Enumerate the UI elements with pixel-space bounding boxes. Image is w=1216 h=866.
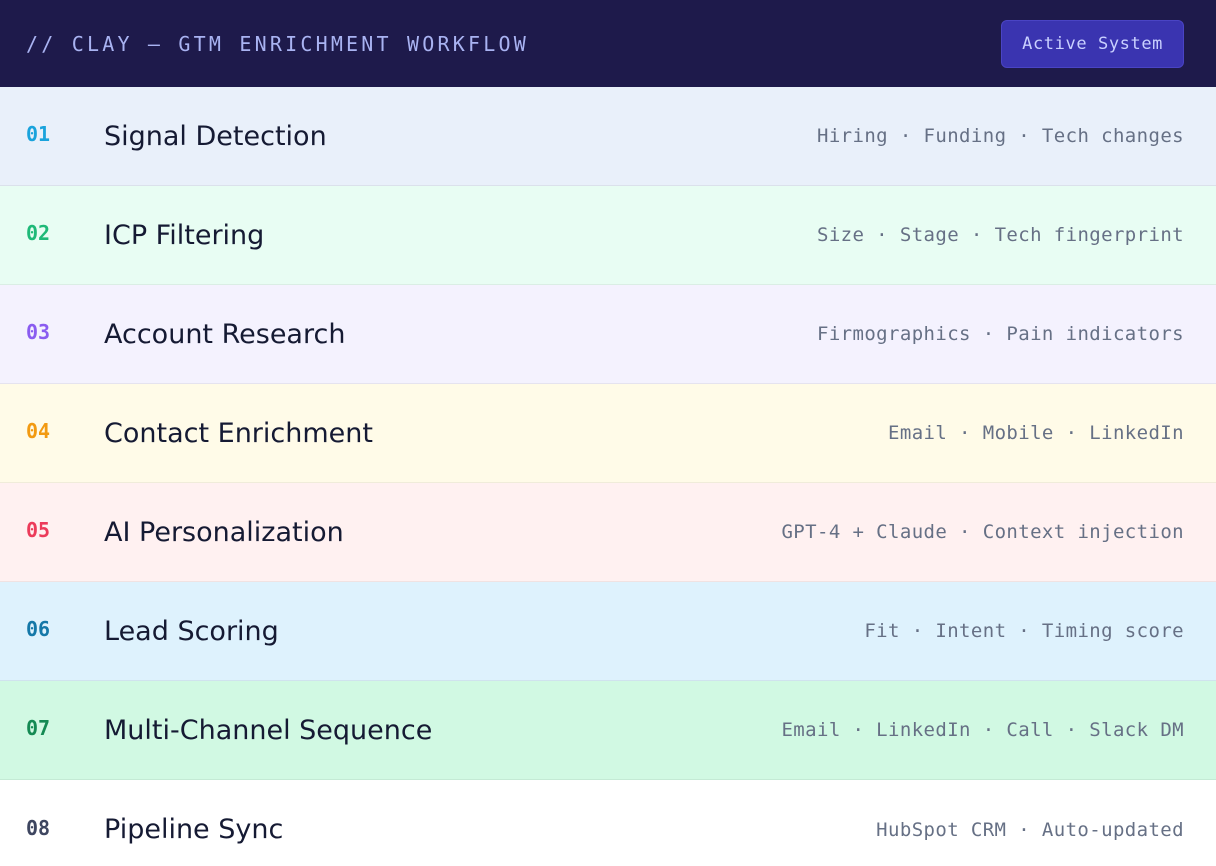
step-title: Contact Enrichment (104, 417, 373, 449)
step-number: 06 (26, 617, 51, 641)
page-title: // CLAY — GTM ENRICHMENT WORKFLOW (26, 31, 529, 56)
step-number: 04 (26, 419, 51, 443)
step-number: 07 (26, 716, 51, 740)
workflow-step-lead-scoring[interactable]: 06 Lead Scoring Fit · Intent · Timing sc… (0, 582, 1216, 681)
workflow-step-pipeline-sync[interactable]: 08 Pipeline Sync HubSpot CRM · Auto-upda… (0, 780, 1216, 866)
step-number: 05 (26, 518, 51, 542)
step-tags: Fit · Intent · Timing score (864, 620, 1184, 642)
workflow-step-signal-detection[interactable]: 01 Signal Detection Hiring · Funding · T… (0, 87, 1216, 186)
workflow-page: // CLAY — GTM ENRICHMENT WORKFLOW Active… (0, 0, 1216, 866)
step-tags: Email · Mobile · LinkedIn (888, 422, 1184, 444)
step-title: Account Research (104, 318, 346, 350)
header-bar: // CLAY — GTM ENRICHMENT WORKFLOW Active… (0, 0, 1216, 87)
workflow-steps-list: 01 Signal Detection Hiring · Funding · T… (0, 87, 1216, 866)
step-tags: GPT-4 + Claude · Context injection (781, 521, 1184, 543)
step-number: 02 (26, 221, 51, 245)
step-number: 01 (26, 122, 51, 146)
step-title: Multi-Channel Sequence (104, 714, 433, 746)
step-number: 08 (26, 815, 51, 840)
step-tags: Hiring · Funding · Tech changes (816, 125, 1184, 147)
active-system-badge[interactable]: Active System (1001, 19, 1184, 68)
step-number: 03 (26, 320, 51, 344)
step-title: ICP Filtering (104, 219, 265, 251)
step-tags: Firmographics · Pain indicators (816, 323, 1184, 345)
step-title: Signal Detection (104, 120, 327, 152)
workflow-step-ai-personalization[interactable]: 05 AI Personalization GPT-4 + Claude · C… (0, 483, 1216, 582)
workflow-step-account-research[interactable]: 03 Account Research Firmographics · Pain… (0, 285, 1216, 384)
step-title: Lead Scoring (104, 615, 279, 647)
step-title: AI Personalization (104, 516, 344, 548)
step-tags: HubSpot CRM · Auto-updated (876, 818, 1184, 841)
workflow-step-icp-filtering[interactable]: 02 ICP Filtering Size · Stage · Tech fin… (0, 186, 1216, 285)
workflow-step-multi-channel-sequence[interactable]: 07 Multi-Channel Sequence Email · Linked… (0, 681, 1216, 780)
step-title: Pipeline Sync (104, 814, 284, 845)
step-tags: Email · LinkedIn · Call · Slack DM (781, 719, 1184, 741)
workflow-step-contact-enrichment[interactable]: 04 Contact Enrichment Email · Mobile · L… (0, 384, 1216, 483)
step-tags: Size · Stage · Tech fingerprint (816, 224, 1184, 246)
